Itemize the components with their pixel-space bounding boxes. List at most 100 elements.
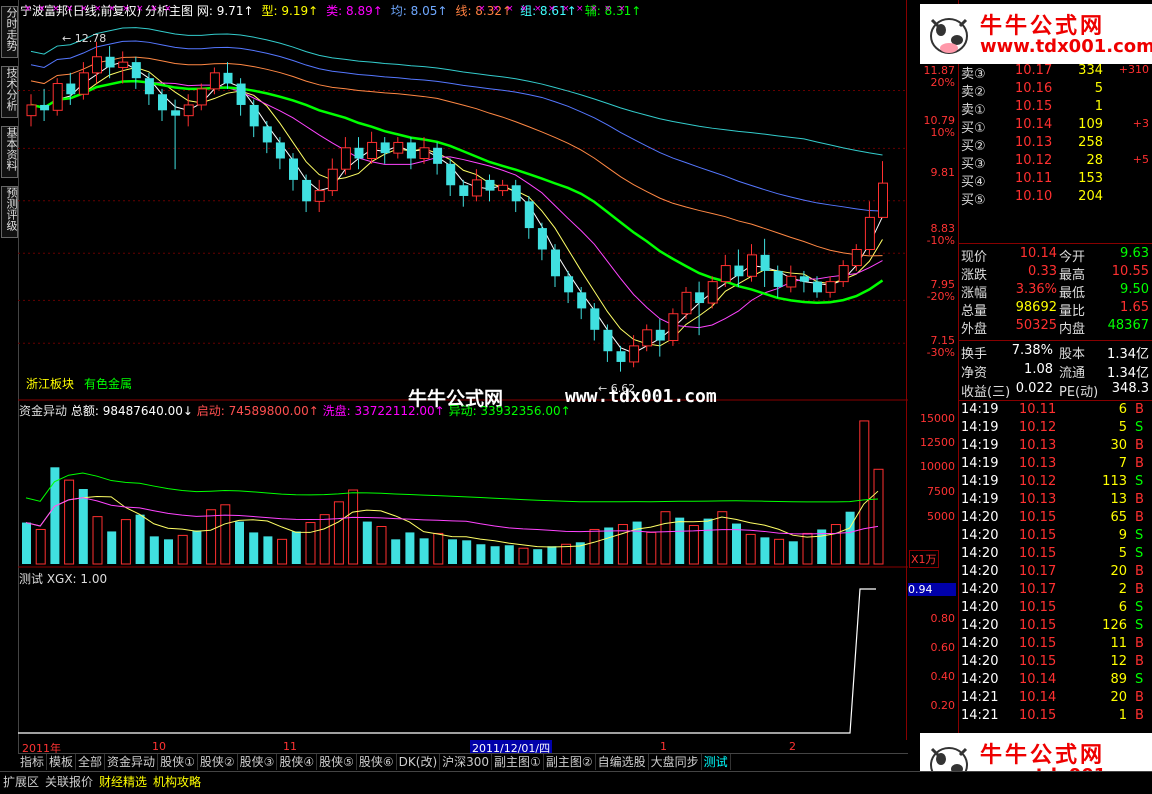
indicator-tab[interactable]: 大盘同步 [649,754,702,770]
signal-marker: × [506,4,514,14]
indicator-tab[interactable]: 指标 [18,754,48,770]
tick-price: 10.15 [1019,510,1057,525]
moving-average-line [30,40,883,212]
buy-row[interactable]: 买⑤ 10.10 204 [959,189,1152,208]
test-axis-label: 0.20 [930,699,956,712]
volume-bar [405,532,415,564]
buy-row[interactable]: 买③ 10.12 28 +5 [959,153,1152,172]
chart-canvas[interactable]: × × × × × × × × × × × × × × × × × × × × × × [18,0,908,740]
indicator-tab[interactable]: 资金异动 [105,754,159,770]
volume-panel-header: 资金异动 总额: 98487640.00↓ 启动: 74589800.00↑ 洗… [19,402,571,419]
candle-body [655,329,665,341]
volume-bar [235,521,244,564]
volume-bar [448,539,457,564]
volume-bar [220,504,231,565]
volume-bar [717,511,728,565]
candle-body [52,83,63,111]
stat-label: 外盘 [961,322,988,337]
candle-body [262,126,272,143]
candle-body [773,270,783,287]
indicator-tab[interactable]: 自编选股 [596,754,649,770]
candle-body [105,56,115,68]
stat-row: 涨幅 3.36% 最低 9.50 [959,282,1152,301]
tab-forecast[interactable]: 预测评级 [1,186,18,238]
divider [959,400,1152,401]
indicator-tab[interactable]: 模板 [47,754,77,770]
indicator-tab[interactable]: 股侠③ [238,754,278,770]
indicator-tab[interactable]: 全部 [76,754,106,770]
tick-price: 10.15 [1019,528,1057,543]
level-price: 10.15 [1015,99,1053,114]
candle-body [302,179,312,202]
volume-bar [830,524,841,565]
buy-row[interactable]: 买② 10.13 258 [959,135,1152,154]
fund-value: 348.3 [1111,381,1149,396]
indicator-tab[interactable]: DK(改) [397,754,441,770]
candle-body [118,61,129,68]
volume-bar [64,479,75,565]
vol-axis-label: 5000 [927,510,955,523]
volume-bar [277,538,288,565]
indicator-tab[interactable]: 测试 [702,754,731,770]
tick-row: 14:20 10.15 126 S [959,618,1152,636]
divider [959,340,1152,341]
candle-body [707,281,718,304]
indicator-tab[interactable]: 股侠① [158,754,198,770]
tick-price: 10.15 [1019,708,1057,723]
volume-bar [589,528,600,565]
volume-bar [319,514,330,565]
signal-marker: × [164,4,172,14]
candle-body [314,190,325,202]
bottom-bar-item[interactable]: 财经精选 [96,772,150,792]
candle-body [275,142,285,159]
sell-row[interactable]: 卖① 10.15 1 [959,99,1152,118]
top-banner[interactable]: 牛牛公式网 www.tdx001.com [920,4,1152,64]
fund-value: 1.08 [1024,362,1053,377]
tab-fundamentals[interactable]: 基本资料 [1,126,18,178]
tick-list[interactable]: 14:19 10.11 6 B 14:19 10.12 5 S 14:19 10.13 30 B 14:… [959,402,1152,732]
tick-direction: B [1135,582,1144,597]
tick-row: 14:19 10.12 113 S [959,474,1152,492]
tick-direction: B [1135,636,1144,651]
volume-wash: 洗盘: 33722112.00↑ [322,404,445,418]
tick-time: 14:20 [961,672,999,687]
tab-technical[interactable]: 技术分析 [1,66,18,118]
tick-direction: B [1135,708,1144,723]
stat-row: 外盘 50325 内盘 48367 [959,318,1152,337]
signal-marker: × [150,4,158,14]
vol-axis-label: 12500 [920,436,955,449]
bottom-bar-item[interactable]: 机构攻略 [150,772,204,792]
stat-label: 最高 [1059,268,1086,283]
tick-price: 10.12 [1019,474,1057,489]
tick-direction: S [1135,618,1144,633]
volume-bar [391,539,401,564]
signal-marker: × [576,4,584,14]
indicator-tab[interactable]: 副主图② [544,754,596,770]
tab-intraday[interactable]: 分时走势 [1,6,18,58]
tick-volume: 7 [1118,456,1127,471]
buy-row[interactable]: 买④ 10.11 153 [959,171,1152,190]
indicator-tab[interactable]: 副主图① [492,754,544,770]
fundamentals: 换手 7.38% 股本 1.34亿 净资 1.08 流通 1.34亿 收益(三) 0.022 PE(… [959,343,1152,400]
sell-row[interactable]: 卖② 10.16 5 [959,81,1152,100]
indicator-tab[interactable]: 股侠⑥ [357,754,397,770]
level-change: +3 [1132,117,1149,130]
tick-direction: B [1135,492,1144,507]
indicator-tab[interactable]: 股侠④ [277,754,318,770]
indicator-tab[interactable]: 股侠② [198,754,238,770]
bottom-bar-item[interactable]: 扩展区 [0,772,42,792]
indicator-tab[interactable]: 股侠⑤ [317,754,357,770]
buy-row[interactable]: 买① 10.14 109 +3 [959,117,1152,136]
tick-time: 14:19 [961,492,999,507]
stat-label: 最低 [1059,286,1086,301]
volume-bar [504,545,514,564]
sell-row[interactable]: 卖③ 10.17 334 +310 [959,63,1152,82]
candle-body [551,249,560,277]
volume-bar [518,547,529,565]
candle-body [642,329,653,347]
level-label: 卖② [961,85,986,100]
left-tab-strip: 分时走势 技术分析 基本资料 预测评级 [0,0,19,770]
tick-row: 14:20 10.17 20 B [959,564,1152,582]
bottom-bar-item[interactable]: 关联报价 [42,772,96,792]
indicator-tab[interactable]: 沪深300 [440,754,493,770]
